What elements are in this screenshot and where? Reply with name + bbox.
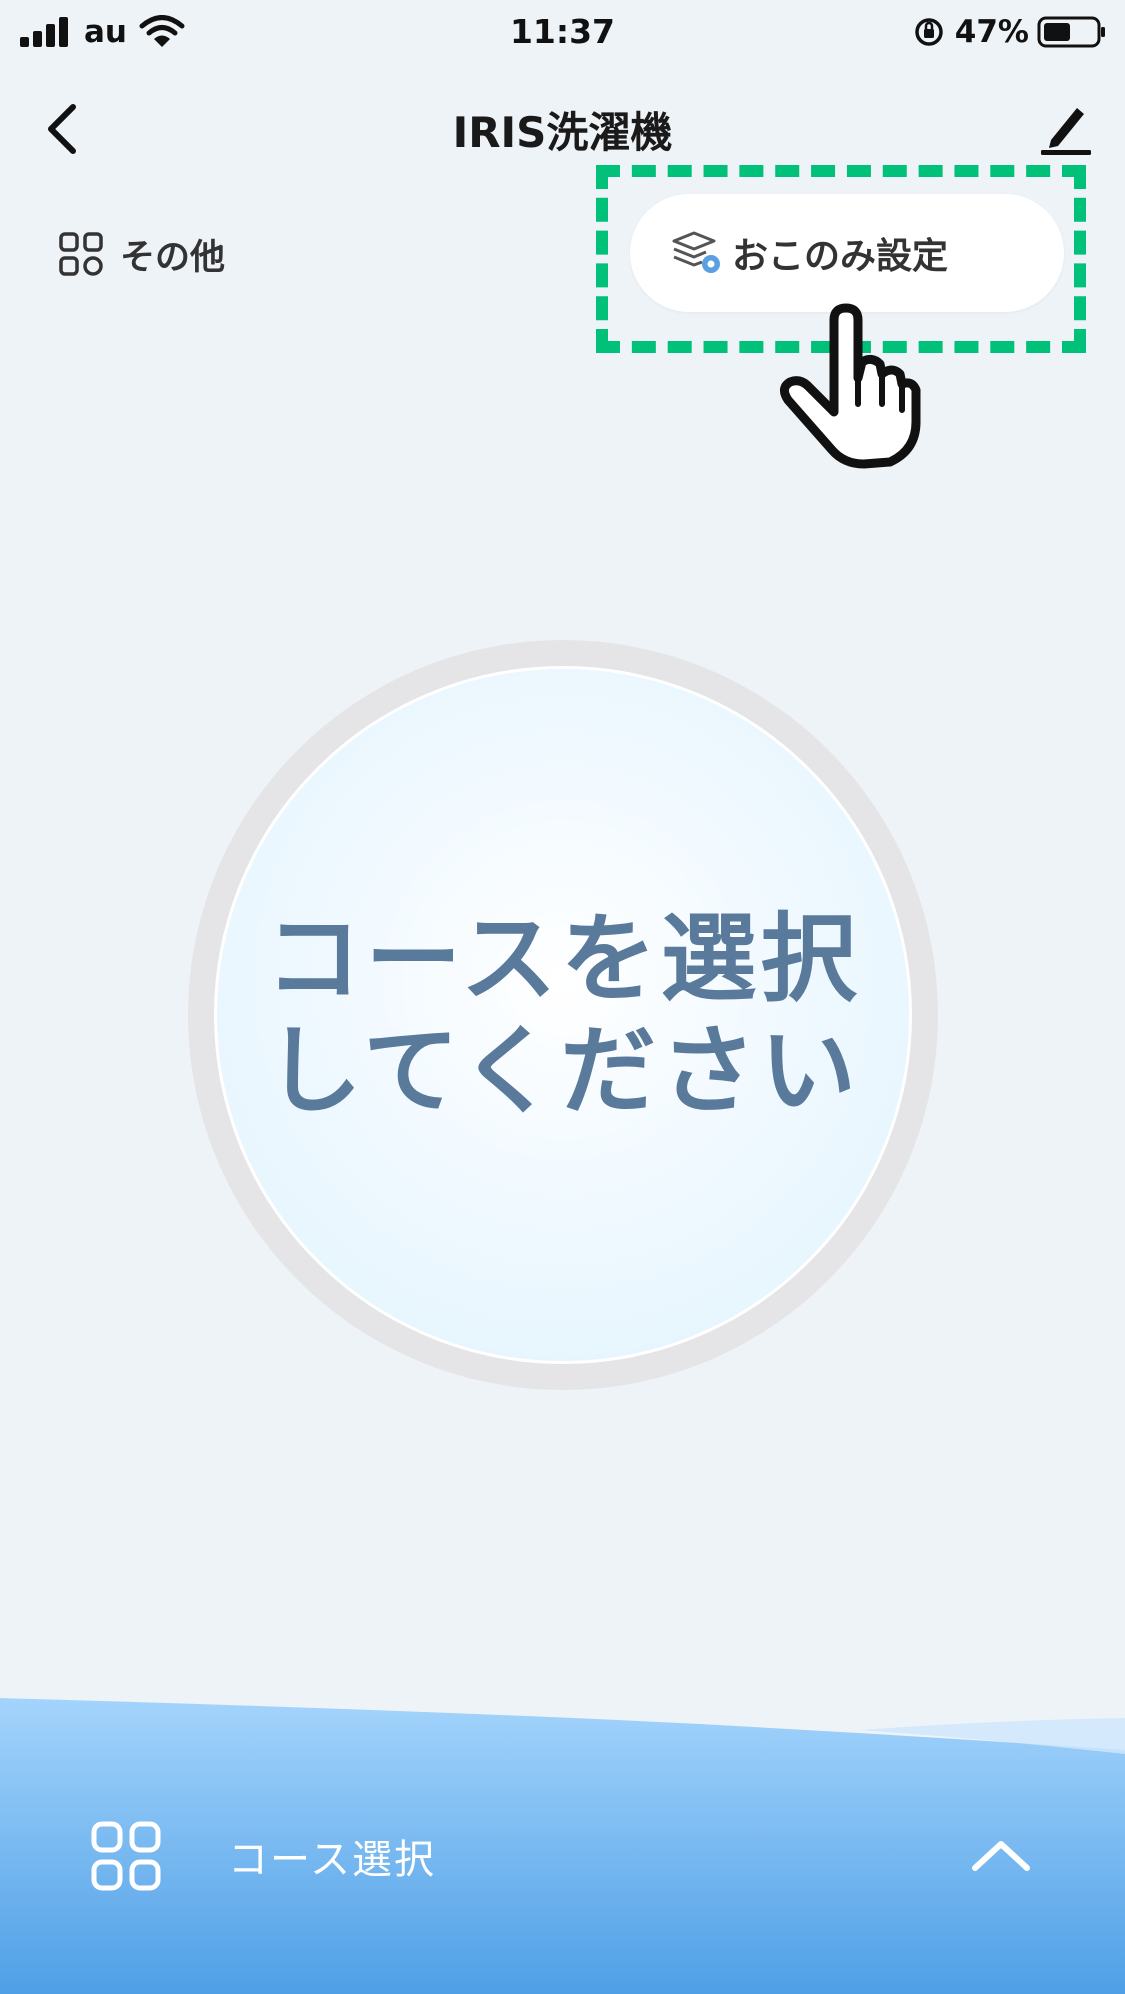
status-bar: au 11:37 47% — [0, 0, 1125, 66]
status-right: 47% — [913, 14, 1107, 50]
hand-pointer-icon — [780, 303, 921, 469]
preference-settings-button[interactable]: おこのみ設定 — [630, 194, 1064, 312]
other-button[interactable]: その他 — [58, 226, 225, 282]
preference-label: おこのみ設定 — [732, 236, 949, 277]
pencil-icon — [1041, 108, 1091, 155]
course-prompt-line2: してください — [265, 1015, 861, 1127]
course-select-circle[interactable]: コースを選択 してください — [214, 666, 912, 1364]
grid-icon — [59, 232, 103, 276]
course-select-label: コース選択 — [228, 1837, 436, 1883]
battery-percent: 47% — [954, 14, 1029, 50]
other-label: その他 — [120, 237, 226, 278]
layers-settings-icon — [672, 231, 720, 273]
edit-button[interactable] — [1033, 96, 1097, 160]
page-title: IRIS洗濯機 — [452, 107, 673, 157]
course-select-bar[interactable]: コース選択 — [0, 1790, 1125, 1990]
grid-icon — [91, 1821, 161, 1891]
battery-icon — [1037, 16, 1105, 48]
orientation-lock-icon — [915, 18, 943, 46]
chevron-up-icon[interactable] — [969, 1830, 1033, 1880]
course-prompt-line1: コースを選択 — [265, 903, 861, 1015]
